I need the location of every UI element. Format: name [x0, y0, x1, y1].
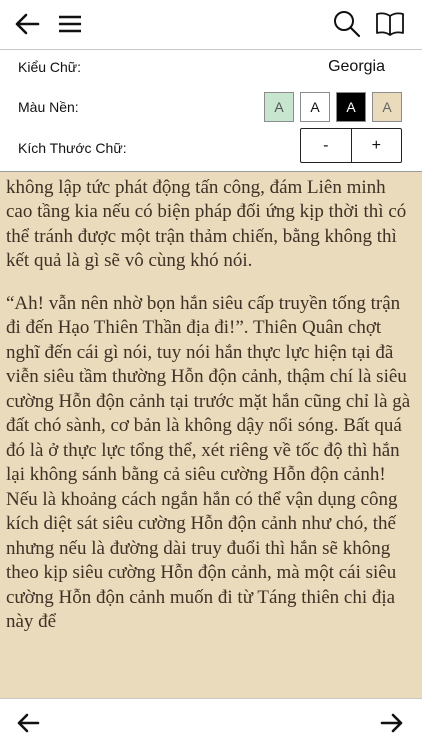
search-icon[interactable]: [333, 10, 361, 38]
bg-swatch-green[interactable]: A: [264, 92, 294, 122]
reading-content[interactable]: chẳng qua là ngay cả hắn cũng không dám …: [0, 172, 422, 698]
open-book-icon[interactable]: [376, 11, 404, 37]
hamburger-menu-icon[interactable]: [58, 14, 82, 34]
paragraph: “Ah! vẫn nên nhờ bọn hắn siêu cấp truyền…: [6, 292, 411, 633]
previous-page-icon[interactable]: [16, 712, 40, 734]
next-page-icon[interactable]: [380, 712, 404, 734]
paragraph: chẳng qua là ngay cả hắn cũng không dám …: [6, 172, 407, 271]
decrease-font-button[interactable]: -: [301, 129, 352, 162]
bg-swatch-black[interactable]: A: [336, 92, 366, 122]
font-size-stepper: - +: [300, 128, 402, 163]
reading-settings-panel: Kiểu Chữ: Georgia Màu Nền: A A A A Kích …: [0, 50, 422, 172]
font-label: Kiểu Chữ:: [18, 59, 82, 75]
top-toolbar: [0, 0, 422, 50]
increase-font-button[interactable]: +: [352, 129, 402, 162]
bg-swatch-sepia[interactable]: A: [372, 92, 402, 122]
bottom-toolbar: [0, 698, 422, 750]
bg-swatch-white[interactable]: A: [300, 92, 330, 122]
chapter-text: chẳng qua là ngay cả hắn cũng không dám …: [6, 172, 416, 653]
background-label: Màu Nền:: [18, 99, 79, 115]
font-size-label: Kích Thước Chữ:: [18, 140, 127, 156]
arrow-left-icon[interactable]: [14, 12, 40, 36]
font-select[interactable]: Georgia: [328, 58, 385, 76]
